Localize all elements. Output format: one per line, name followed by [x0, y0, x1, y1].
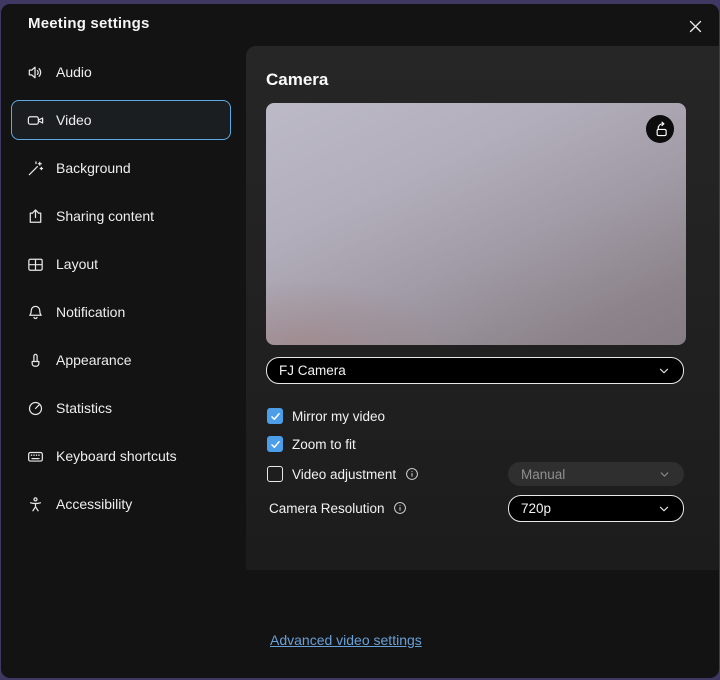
speaker-icon [26, 63, 45, 82]
close-icon [688, 19, 703, 34]
paintbrush-icon [26, 351, 45, 370]
magic-wand-icon [26, 159, 45, 178]
camera-resolution-select[interactable]: 720p [508, 495, 684, 522]
sidebar-item-layout[interactable]: Layout [11, 244, 231, 284]
checkbox-checked-icon [267, 408, 283, 424]
checkbox-unchecked-icon [267, 466, 283, 482]
sidebar-item-background[interactable]: Background [11, 148, 231, 188]
video-camera-icon [26, 111, 45, 130]
meeting-settings-dialog: Meeting settings Audio V [1, 4, 719, 678]
advanced-video-settings-link[interactable]: Advanced video settings [270, 632, 422, 648]
checkbox-checked-icon [267, 436, 283, 452]
settings-sidebar: Audio Video Background [11, 52, 231, 532]
camera-device-select[interactable]: FJ Camera [266, 357, 684, 384]
chevron-down-icon [657, 364, 671, 378]
sidebar-item-label: Audio [56, 64, 92, 80]
share-icon [26, 207, 45, 226]
accessibility-icon [26, 495, 45, 514]
layout-grid-icon [26, 255, 45, 274]
camera-preview [266, 103, 686, 345]
sidebar-item-audio[interactable]: Audio [11, 52, 231, 92]
rotate-camera-button[interactable] [646, 115, 674, 143]
dialog-title: Meeting settings [28, 15, 150, 32]
chevron-down-icon [657, 502, 671, 516]
sidebar-item-label: Background [56, 160, 131, 176]
sidebar-item-video[interactable]: Video [11, 100, 231, 140]
gauge-icon [26, 399, 45, 418]
sidebar-item-label: Video [56, 112, 92, 128]
checkbox-label: Zoom to fit [292, 437, 356, 452]
rotate-camera-icon [651, 120, 669, 138]
video-adjustment-mode-select: Manual [508, 462, 684, 486]
close-button[interactable] [683, 14, 707, 38]
sidebar-item-appearance[interactable]: Appearance [11, 340, 231, 380]
sidebar-item-label: Appearance [56, 352, 132, 368]
sidebar-item-statistics[interactable]: Statistics [11, 388, 231, 428]
keyboard-icon [26, 447, 45, 466]
sidebar-item-label: Sharing content [56, 208, 154, 224]
camera-device-value: FJ Camera [279, 363, 346, 378]
info-icon[interactable] [393, 501, 407, 515]
sidebar-item-label: Layout [56, 256, 98, 272]
adjustment-mode-value: Manual [521, 467, 565, 482]
sidebar-item-accessibility[interactable]: Accessibility [11, 484, 231, 524]
chevron-down-icon [658, 468, 671, 481]
sidebar-item-label: Notification [56, 304, 125, 320]
bell-icon [26, 303, 45, 322]
sidebar-item-label: Statistics [56, 400, 112, 416]
sidebar-item-label: Accessibility [56, 496, 132, 512]
camera-resolution-label: Camera Resolution [269, 501, 385, 516]
sidebar-item-notification[interactable]: Notification [11, 292, 231, 332]
mirror-my-video-checkbox[interactable]: Mirror my video [267, 407, 385, 425]
camera-resolution-label-row: Camera Resolution [269, 499, 407, 517]
sidebar-item-label: Keyboard shortcuts [56, 448, 177, 464]
zoom-to-fit-checkbox[interactable]: Zoom to fit [267, 435, 356, 453]
camera-section-heading: Camera [266, 70, 328, 90]
video-adjustment-checkbox[interactable]: Video adjustment [267, 465, 419, 483]
sidebar-item-keyboard-shortcuts[interactable]: Keyboard shortcuts [11, 436, 231, 476]
video-settings-panel: Camera FJ Camera Mirr [246, 46, 719, 570]
camera-resolution-value: 720p [521, 501, 551, 516]
checkbox-label: Video adjustment [292, 467, 396, 482]
sidebar-item-sharing-content[interactable]: Sharing content [11, 196, 231, 236]
info-icon[interactable] [405, 467, 419, 481]
checkbox-label: Mirror my video [292, 409, 385, 424]
